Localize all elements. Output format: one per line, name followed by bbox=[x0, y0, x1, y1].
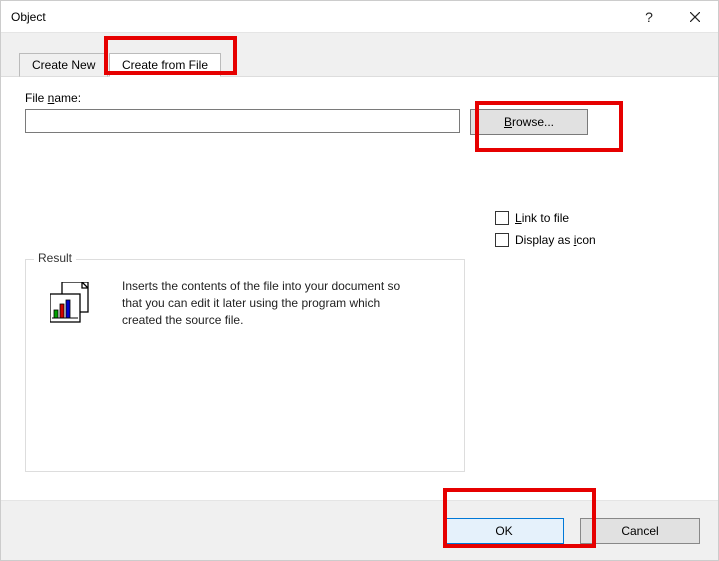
link-to-file-label: Link to file bbox=[515, 211, 569, 225]
tab-create-from-file-label: Create from File bbox=[122, 58, 208, 72]
ok-button[interactable]: OK bbox=[444, 518, 564, 544]
tab-create-new[interactable]: Create New bbox=[19, 53, 108, 77]
filename-input[interactable] bbox=[25, 109, 460, 133]
checkbox-icon bbox=[495, 233, 509, 247]
close-icon bbox=[690, 12, 700, 22]
result-text: Inserts the contents of the file into yo… bbox=[122, 278, 412, 329]
display-as-icon-checkbox[interactable]: Display as icon bbox=[495, 229, 596, 251]
browse-button[interactable]: Browse... bbox=[470, 109, 588, 135]
close-button[interactable] bbox=[672, 1, 718, 33]
filename-label: File name: bbox=[25, 91, 698, 105]
tab-create-from-file[interactable]: Create from File bbox=[109, 53, 221, 77]
tab-strip: Create New Create from File bbox=[1, 33, 718, 77]
dialog-content: File name: Browse... Link to file Displa… bbox=[1, 77, 718, 500]
cancel-button[interactable]: Cancel bbox=[580, 518, 700, 544]
help-button[interactable]: ? bbox=[626, 1, 672, 33]
link-to-file-checkbox[interactable]: Link to file bbox=[495, 207, 596, 229]
checkbox-icon bbox=[495, 211, 509, 225]
tab-create-new-label: Create New bbox=[32, 58, 95, 72]
dialog-title: Object bbox=[1, 10, 46, 24]
options-group: Link to file Display as icon bbox=[495, 207, 596, 251]
display-as-icon-label: Display as icon bbox=[515, 233, 596, 247]
result-title: Result bbox=[34, 251, 76, 265]
title-bar: Object ? bbox=[1, 1, 718, 33]
dialog-footer: OK Cancel bbox=[1, 500, 718, 560]
result-groupbox: Result Inserts the contents of the file … bbox=[25, 259, 465, 472]
document-chart-icon bbox=[50, 282, 98, 326]
